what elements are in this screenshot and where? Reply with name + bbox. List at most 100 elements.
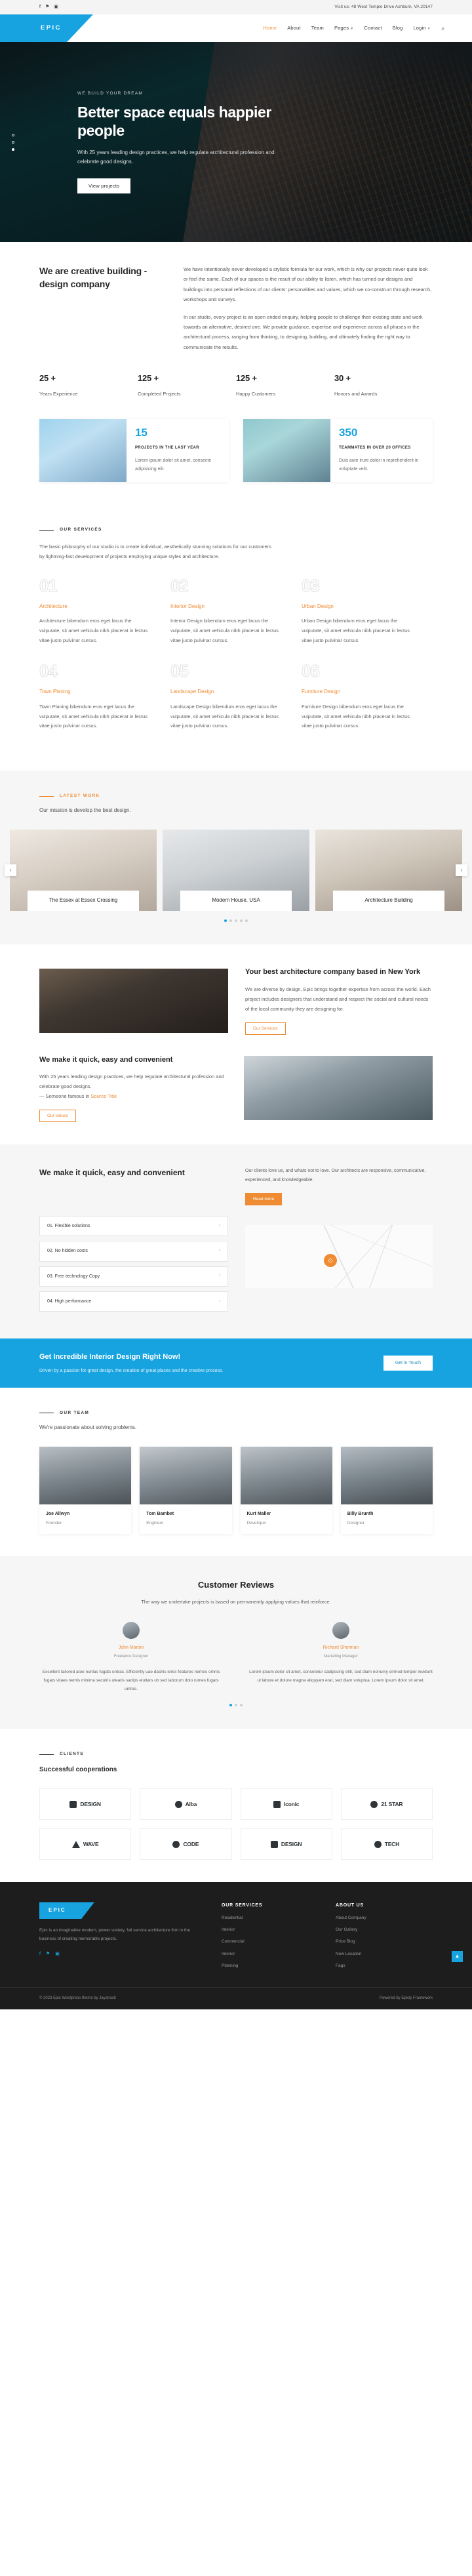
- service-title: Landscape Design: [170, 689, 214, 695]
- instagram-icon[interactable]: ▣: [54, 5, 58, 9]
- service-item-landscape-design[interactable]: 05 Landscape Design Landscape Design bib…: [170, 662, 302, 731]
- hero-dot-2[interactable]: [12, 140, 14, 144]
- hero-dot-1[interactable]: [12, 133, 14, 136]
- facebook-icon[interactable]: f: [39, 5, 41, 9]
- view-projects-button[interactable]: View projects: [77, 178, 131, 194]
- service-item-architecture[interactable]: 01 Architecture Architecture bibendum er…: [39, 576, 170, 646]
- map-pin-icon[interactable]: ⊙: [324, 1254, 338, 1268]
- hero-dot-3[interactable]: [12, 148, 14, 151]
- service-item-urban-design[interactable]: 03 Urban Design Urban Design bibendum er…: [301, 576, 433, 646]
- accordion-item-high-performance[interactable]: 04. High performance ›: [39, 1291, 228, 1312]
- our-values-button[interactable]: Our Values: [39, 1110, 77, 1123]
- carousel-dot-3[interactable]: [235, 919, 237, 923]
- service-item-furniture-design[interactable]: 06 Furniture Design Furniture Design bib…: [301, 662, 433, 731]
- review-dot-1[interactable]: [229, 1704, 232, 1707]
- footer-link[interactable]: Our Gallery: [336, 1927, 433, 1933]
- logo[interactable]: EPIC: [0, 14, 93, 42]
- review-dot-2[interactable]: [235, 1704, 237, 1707]
- carousel-next-button[interactable]: ›: [456, 864, 467, 877]
- clients-heading: Successful cooperations: [39, 1766, 117, 1774]
- review-dot-3[interactable]: [240, 1704, 243, 1707]
- accordion-item-no-hidden-costs[interactable]: 02. No hidden costs ›: [39, 1241, 228, 1262]
- footer-logo[interactable]: EPIC: [39, 1902, 94, 1920]
- about-paragraph-2: In our studio, every project is an open …: [184, 313, 423, 350]
- accordion-item-free-technology-copy[interactable]: 03. Free technology Copy ›: [39, 1266, 228, 1287]
- footer-link[interactable]: Residential: [222, 1915, 319, 1922]
- carousel-dot-1[interactable]: [224, 919, 227, 923]
- carousel-dot-5[interactable]: [245, 919, 248, 923]
- nav-item-login[interactable]: Login ▼: [413, 24, 431, 32]
- footer-link[interactable]: Planning: [222, 1963, 319, 1969]
- team-member-photo: [39, 1446, 132, 1504]
- stat-label: Completed Projects: [138, 390, 181, 397]
- team-member-role: Designer: [347, 1521, 364, 1526]
- accordion-item-flexible-solutions[interactable]: 01. Flexible solutions ›: [39, 1216, 228, 1237]
- nav-item-home[interactable]: Home: [263, 24, 277, 32]
- get-in-touch-button[interactable]: Get in Touch: [383, 1355, 433, 1371]
- footer-link[interactable]: Interior: [222, 1951, 319, 1958]
- footer-link[interactable]: New Location: [336, 1951, 433, 1958]
- client-logo[interactable]: CODE: [140, 1828, 232, 1861]
- page-root: f ⚑ ▣ Visit us: 48 West Temple Drive Ash…: [0, 0, 472, 2010]
- team-member-card[interactable]: Joe Allwyn Founder: [39, 1446, 132, 1535]
- team-member-role: Engineer: [146, 1521, 164, 1526]
- search-icon[interactable]: ⌕: [441, 24, 444, 33]
- nav-item-about[interactable]: About: [287, 24, 301, 32]
- portfolio-card[interactable]: Architecture Building: [315, 830, 462, 912]
- avatar: [332, 1622, 349, 1640]
- facebook-icon[interactable]: f: [39, 1950, 41, 1958]
- feature-card-desc: Duis aute irure dolor in reprehenderit i…: [338, 458, 419, 472]
- footer-link[interactable]: About Company: [336, 1915, 433, 1922]
- footer-link[interactable]: Price Blog: [336, 1939, 433, 1945]
- carousel-prev-button[interactable]: ‹: [5, 864, 16, 877]
- team-member-name: Tom Bambet: [146, 1511, 174, 1516]
- client-logo[interactable]: WAVE: [39, 1828, 132, 1861]
- team-member-card[interactable]: Kurt Maller Developer: [240, 1446, 332, 1535]
- read-more-button[interactable]: Read more: [245, 1193, 283, 1206]
- quick-source-link[interactable]: Source Title: [90, 1093, 117, 1099]
- portfolio-card[interactable]: Modern House, USA: [163, 830, 309, 912]
- review-card: Richard Sherman Marketing Manager Lorem …: [249, 1622, 433, 1693]
- faq-accordion: 01. Flexible solutions › 02. No hidden c…: [39, 1216, 228, 1316]
- our-services-button[interactable]: Our Services: [245, 1022, 286, 1035]
- service-item-town-planing[interactable]: 04 Town Planing Town Planing bibendum er…: [39, 662, 170, 731]
- portfolio-title: Architecture Building: [332, 891, 445, 912]
- team-member-card[interactable]: Tom Bambet Engineer: [140, 1446, 232, 1535]
- avatar: [123, 1622, 140, 1640]
- client-logo[interactable]: Iconic: [240, 1788, 332, 1821]
- quick-heading: We make it quick, easy and convenient: [39, 1055, 173, 1064]
- service-title: Architecture: [39, 603, 68, 609]
- team-member-card[interactable]: Billy Brunth Designer: [340, 1446, 433, 1535]
- team-member-photo: [240, 1446, 332, 1504]
- footer-link[interactable]: Fags: [336, 1963, 433, 1969]
- twitter-icon[interactable]: ⚑: [46, 1950, 50, 1958]
- services-grid: 01 Architecture Architecture bibendum er…: [39, 576, 433, 748]
- team-grid: Joe Allwyn Founder Tom Bambet Engineer K…: [39, 1446, 433, 1535]
- company-paragraph: We are diverse by design. Epic brings to…: [245, 986, 431, 1012]
- top-bar: f ⚑ ▣ Visit us: 48 West Temple Drive Ash…: [0, 0, 472, 14]
- twitter-icon[interactable]: ⚑: [45, 5, 49, 9]
- nav-item-team[interactable]: Team: [311, 24, 324, 32]
- portfolio-card[interactable]: The Essex at Essex Crossing: [10, 830, 157, 912]
- service-item-interior-design[interactable]: 02 Interior Design Interior Design biben…: [170, 576, 302, 646]
- service-desc: Town Planing bibendum eros eget lacus th…: [39, 704, 148, 729]
- carousel-dot-2[interactable]: [229, 919, 232, 923]
- stats-row: 25 + Years Experience 125 + Completed Pr…: [39, 372, 433, 398]
- scroll-to-top-button[interactable]: ▲: [452, 1951, 463, 1963]
- client-logo[interactable]: DESIGN: [240, 1828, 332, 1861]
- carousel-dot-4[interactable]: [240, 919, 243, 923]
- nav-item-blog[interactable]: Blog: [393, 24, 403, 32]
- service-title: Town Planing: [39, 689, 71, 695]
- client-logo[interactable]: 21 STAR: [340, 1788, 433, 1821]
- client-logo[interactable]: TECH: [340, 1828, 433, 1861]
- top-bar-address: Visit us: 48 West Temple Drive Ashburn, …: [334, 4, 433, 9]
- nav-item-pages[interactable]: Pages ▼: [334, 24, 353, 32]
- nav-item-contact[interactable]: Contact: [364, 24, 382, 32]
- footer-link[interactable]: Commercial: [222, 1939, 319, 1945]
- hero-title: Better space equals happier people: [77, 104, 271, 140]
- stat-value: 25 +: [39, 373, 56, 383]
- client-logo[interactable]: Alba: [140, 1788, 232, 1821]
- client-logo[interactable]: DESIGN: [39, 1788, 132, 1821]
- instagram-icon[interactable]: ▣: [55, 1950, 60, 1958]
- footer-link[interactable]: Interior: [222, 1927, 319, 1933]
